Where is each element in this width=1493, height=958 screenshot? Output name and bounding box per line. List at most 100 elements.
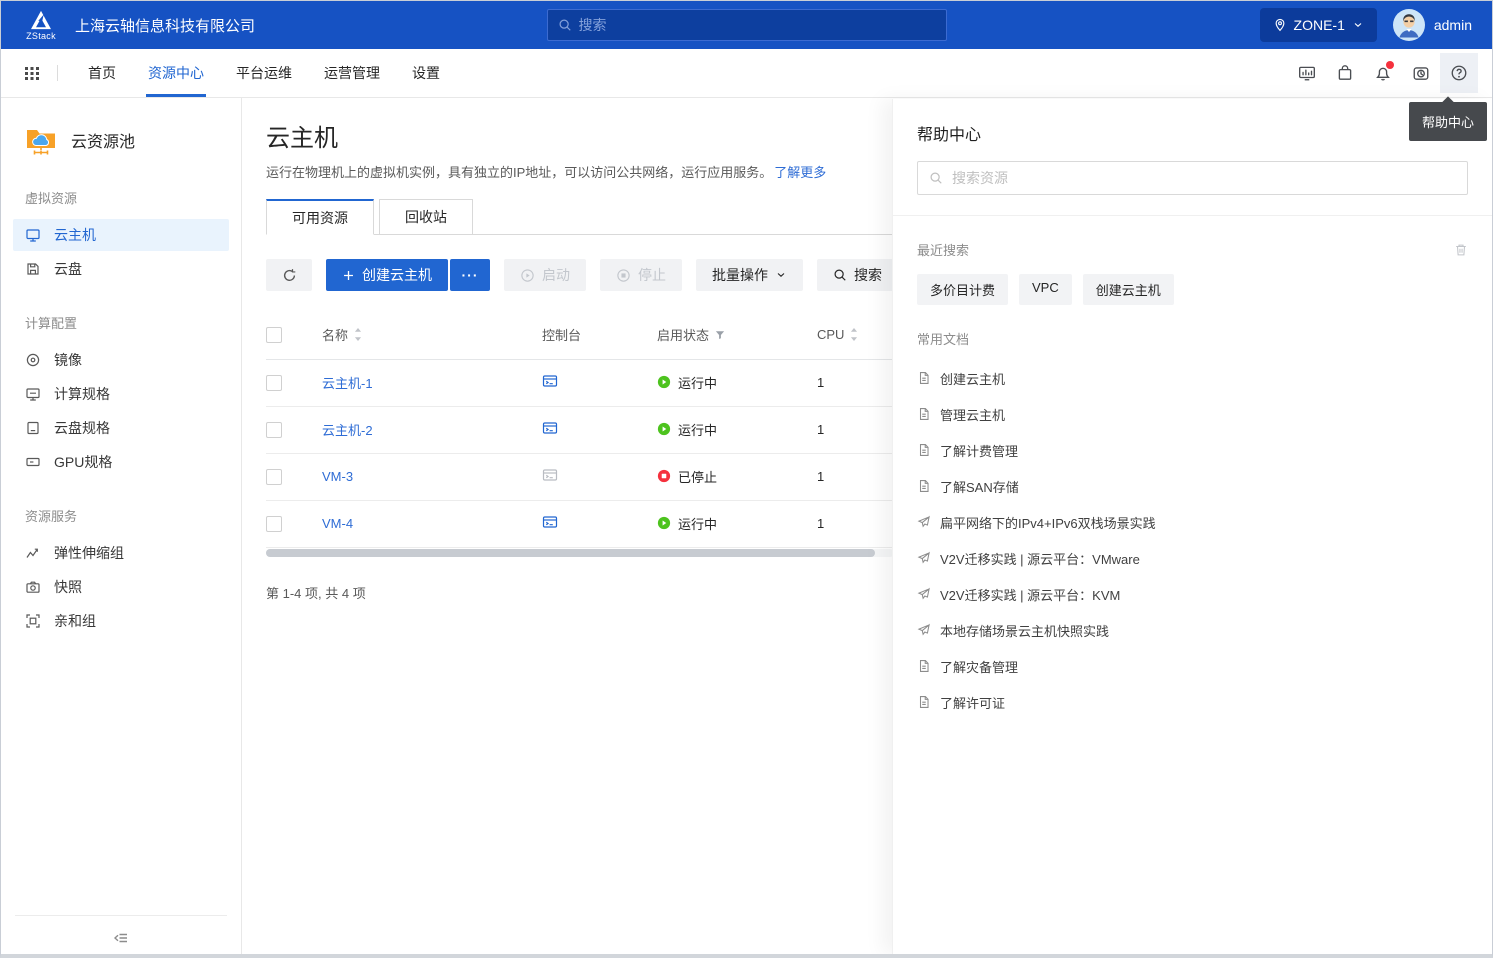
help-button[interactable] <box>1440 53 1478 93</box>
recent-search-tag[interactable]: 多价目计费 <box>917 274 1008 305</box>
console-icon[interactable] <box>542 514 558 530</box>
top-nav-item[interactable]: 设置 <box>396 49 456 97</box>
recent-search-tag[interactable]: 创建云主机 <box>1083 274 1174 305</box>
top-nav-item[interactable]: 平台运维 <box>220 49 308 97</box>
doc-icon <box>917 407 931 421</box>
search-icon <box>833 268 847 282</box>
horizontal-scrollbar[interactable] <box>266 549 894 557</box>
console-icon[interactable] <box>542 420 558 436</box>
row-checkbox[interactable] <box>266 469 282 485</box>
recent-search-tag[interactable]: VPC <box>1019 274 1072 305</box>
console-icon[interactable] <box>542 373 558 389</box>
sidebar-sections: 虚拟资源云主机云盘计算配置镜像计算规格云盘规格GPU规格资源服务弹性伸缩组快照亲… <box>1 162 241 637</box>
table-row: 云主机-1运行中1 <box>266 359 894 406</box>
zstack-logo[interactable]: ZStack <box>15 10 67 41</box>
cloud-resource-pool-icon <box>25 124 59 156</box>
select-all-checkbox[interactable] <box>266 327 282 343</box>
refresh-button[interactable] <box>266 259 312 291</box>
start-button[interactable]: 启动 <box>504 259 586 291</box>
notifications-button[interactable] <box>1364 53 1402 93</box>
sidebar-item[interactable]: 云盘规格 <box>13 412 229 444</box>
stop-label: 停止 <box>638 265 666 285</box>
send-icon <box>917 515 931 529</box>
row-checkbox[interactable] <box>266 516 282 532</box>
sidebar-item[interactable]: GPU规格 <box>13 446 229 478</box>
doc-link[interactable]: 了解灾备管理 <box>917 648 1468 684</box>
marketplace-button[interactable] <box>1326 53 1364 93</box>
doc-link[interactable]: 扁平网络下的IPv4+IPv6双栈场景实践 <box>917 504 1468 540</box>
gpu-icon <box>25 454 41 470</box>
global-search-input[interactable] <box>579 17 936 33</box>
monitor-icon <box>25 227 41 243</box>
table-search-button[interactable]: 搜索 <box>817 259 898 291</box>
sidebar-item[interactable]: 快照 <box>13 571 229 603</box>
vm-name-link[interactable]: VM-4 <box>322 516 353 531</box>
send-icon <box>917 551 931 565</box>
sidebar-header: 云资源池 <box>1 98 241 162</box>
vm-name-link[interactable]: VM-3 <box>322 469 353 484</box>
description-text: 运行在物理机上的虚拟机实例，具有独立的IP地址，可以访问公共网络，运行应用服务。 <box>266 165 772 180</box>
nav-icon-buttons <box>1288 53 1478 93</box>
camera-icon <box>25 579 41 595</box>
doc-link-label: 扁平网络下的IPv4+IPv6双栈场景实践 <box>940 513 1156 532</box>
sidebar-item-label: 镜像 <box>54 350 82 370</box>
sort-icon[interactable] <box>353 328 363 341</box>
cpu-value: 1 <box>817 422 824 437</box>
top-nav-item[interactable]: 首页 <box>72 49 132 97</box>
operation-log-button[interactable] <box>1402 53 1440 93</box>
logo-text: ZStack <box>26 31 56 41</box>
sidebar-item[interactable]: 镜像 <box>13 344 229 376</box>
doc-icon <box>917 443 931 457</box>
sidebar-item[interactable]: 云盘 <box>13 253 229 285</box>
learn-more-link[interactable]: 了解更多 <box>774 165 826 180</box>
help-search-input[interactable] <box>952 170 1456 186</box>
console-icon[interactable] <box>542 467 558 483</box>
row-checkbox[interactable] <box>266 375 282 391</box>
top-nav-item[interactable]: 资源中心 <box>132 49 220 97</box>
doc-link[interactable]: 了解许可证 <box>917 684 1468 720</box>
status-text: 运行中 <box>678 420 717 439</box>
tab-recycle-bin[interactable]: 回收站 <box>379 199 473 235</box>
sidebar-section-label: 虚拟资源 <box>1 162 241 217</box>
sidebar-item[interactable]: 云主机 <box>13 219 229 251</box>
stop-button[interactable]: 停止 <box>600 259 682 291</box>
more-actions-button[interactable]: ··· <box>450 259 490 291</box>
console-monitor-button[interactable] <box>1288 53 1326 93</box>
sidebar-item[interactable]: 亲和组 <box>13 605 229 637</box>
doc-link[interactable]: 创建云主机 <box>917 360 1468 396</box>
zone-selector[interactable]: ZONE-1 <box>1260 8 1377 42</box>
doc-link[interactable]: 了解计费管理 <box>917 432 1468 468</box>
sidebar-item[interactable]: 计算规格 <box>13 378 229 410</box>
recent-search-tags: 多价目计费 VPC 创建云主机 <box>917 274 1468 305</box>
user-menu[interactable]: admin <box>1393 9 1472 41</box>
clear-recent-trash-icon[interactable] <box>1454 243 1468 257</box>
sidebar-item[interactable]: 弹性伸缩组 <box>13 537 229 569</box>
chevron-down-icon <box>1352 19 1364 31</box>
doc-link[interactable]: 了解SAN存储 <box>917 468 1468 504</box>
status-running-icon <box>657 422 671 436</box>
create-vm-button[interactable]: 创建云主机 <box>326 259 448 291</box>
apps-grid-button[interactable] <box>15 56 49 90</box>
notification-badge <box>1386 61 1394 69</box>
send-icon <box>917 623 931 637</box>
doc-link[interactable]: 本地存储场景云主机快照实践 <box>917 612 1468 648</box>
batch-actions-button[interactable]: 批量操作 <box>696 259 803 291</box>
help-search[interactable] <box>917 161 1468 195</box>
filter-icon[interactable] <box>714 329 726 341</box>
table-header-row: 名称 控制台 启用状态 CPU <box>266 311 894 359</box>
tab-available-resources[interactable]: 可用资源 <box>266 199 374 235</box>
row-checkbox[interactable] <box>266 422 282 438</box>
doc-link[interactable]: V2V迁移实践 | 源云平台：KVM <box>917 576 1468 612</box>
global-search[interactable] <box>547 9 947 41</box>
scrollbar-thumb[interactable] <box>266 549 875 557</box>
sidebar-collapse-button[interactable] <box>15 915 227 958</box>
top-nav-item[interactable]: 运营管理 <box>308 49 396 97</box>
vm-name-link[interactable]: 云主机-1 <box>322 376 373 391</box>
doc-link[interactable]: V2V迁移实践 | 源云平台：VMware <box>917 540 1468 576</box>
disk-icon <box>25 261 41 277</box>
sort-icon[interactable] <box>849 328 859 341</box>
vm-name-link[interactable]: 云主机-2 <box>322 423 373 438</box>
cpu-value: 1 <box>817 375 824 390</box>
column-cpu: CPU <box>817 327 844 342</box>
doc-link[interactable]: 管理云主机 <box>917 396 1468 432</box>
